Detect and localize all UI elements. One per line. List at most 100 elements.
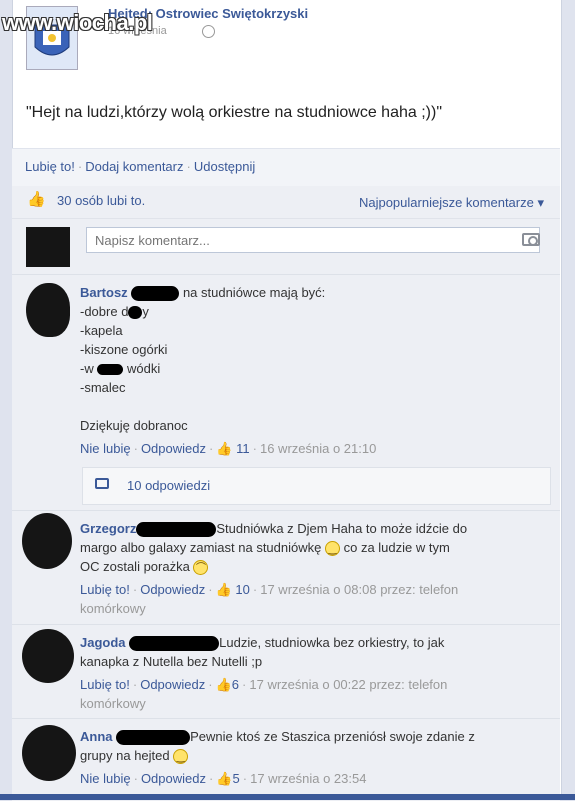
comment-like-count[interactable]: 6 [232,677,239,692]
reply-link[interactable]: Odpowiedz [140,582,205,597]
comment-line: -w [80,361,94,376]
comment-text: Pewnie ktoś ze Staszica przeniósł swoje … [190,729,475,744]
smile-emoticon-icon: ‿ [173,749,189,765]
comment-meta: Lubię to! · Odpowiedz · 👍6 · 17 września o 00:… [80,675,520,694]
dropdown-arrow-icon: ▾ [537,195,544,210]
frown-emoticon-icon: ⌒ [193,560,209,576]
watermark: www.wiocha.pl [2,10,153,35]
smile-emoticon-icon: ‿ [324,541,340,557]
comment-time[interactable]: 17 września o 00:22 przez: telefon [249,677,447,692]
comment-line: -kapela [80,323,123,338]
reply-link[interactable]: Odpowiedz [141,771,206,786]
comment-like-count[interactable]: 11 [236,441,250,456]
share-link[interactable]: Udostępnij [194,159,255,174]
redacted-name [116,730,191,746]
comment-jagoda: Jagoda Ludzie, studniowka bez orkiestry,… [12,624,560,719]
sort-label: Najpopularniejsze komentarze [358,195,534,210]
post-actions-bar: Lubię to! · Dodaj komentarz · Udostępnij [12,148,560,187]
like-link[interactable]: Lubię to! [80,582,130,597]
separator: · [242,771,248,786]
comment-body: Grzegorz Studniówka z Djem Haha to może i… [80,519,520,618]
comment-body: Anna Pewnie ktoś ze Staszica przeniósł s… [80,727,520,788]
like-link[interactable]: Lubię to! [80,677,130,692]
separator: · [77,159,83,174]
replies-count[interactable]: 10 odpowiedzi [127,478,210,493]
avatar [22,513,72,569]
like-link[interactable]: Lubię to! [25,159,75,174]
comment-bartosz: Bartosz na studniówce mają być: -dobre d… [12,274,560,511]
comment-author[interactable]: Bartosz [80,285,128,300]
comment-text: Ludzie, studniowka bez orkiestry, to jak [219,635,445,650]
comment-text: OC zostali porażka [80,559,190,574]
comment-time[interactable]: 16 września o 21:10 [260,441,376,456]
thumbs-up-icon[interactable]: 👍 [216,771,232,786]
comment-time[interactable]: 17 września o 08:08 przez: telefon [260,582,458,597]
thumbs-up-icon[interactable]: 👍 [216,441,232,456]
thumbs-up-icon[interactable]: 👍 [216,677,232,692]
redacted-name [129,636,220,652]
comment-line: Dziękuję dobranoc [80,418,188,433]
reply-link[interactable]: Odpowiedz [141,441,206,456]
separator: · [133,441,138,456]
camera-icon[interactable] [522,233,540,246]
avatar [22,629,74,683]
likes-count[interactable]: 30 osób lubi to. [57,193,145,208]
separator: · [132,677,138,692]
separator: · [208,771,214,786]
comment-grzegorz: Grzegorz Studniówka z Djem Haha to może i… [12,510,560,625]
bottom-border [0,794,575,800]
redaction [97,364,124,376]
comment-author[interactable]: Grzegorz [80,521,136,536]
comment-composer [12,218,560,275]
thumbs-up-icon: 👍 [27,191,46,208]
comment-text: co za ludzie w tym [343,540,450,555]
comment-meta: Nie lubię · Odpowiedz · 👍 11 · 16 września o 2… [80,439,520,458]
avatar [26,283,70,337]
replies-box[interactable]: 10 odpowiedzi [82,467,551,505]
unlike-link[interactable]: Nie lubię [80,441,131,456]
comment-like-count[interactable]: 5 [233,771,240,786]
comment-line: -dobre d [80,304,129,319]
comment-anna: Anna Pewnie ktoś ze Staszica przeniósł s… [12,718,560,801]
comment-time[interactable]: 17 września o 23:54 [250,771,366,786]
separator: · [208,582,213,597]
globe-icon [202,25,215,38]
separator: · [132,582,138,597]
comment-body: Bartosz na studniówce mają być: -dobre d… [80,283,520,458]
redacted-name [131,286,180,302]
comment-text: Studniówka z Djem Haha to może idźcie do [216,521,468,536]
comment-line: -smalec [80,380,126,395]
add-comment-link[interactable]: Dodaj komentarz [85,159,183,174]
comment-author[interactable]: Jagoda [80,635,126,650]
separator: · [186,159,191,174]
comment-body: Jagoda Ludzie, studniowka bez orkiestry,… [80,633,520,713]
separator: · [252,441,257,456]
comment-meta: Nie lubię · Odpowiedz · 👍5 · 17 września o 23:… [80,769,520,788]
redacted-name [136,522,217,538]
reply-bubble-icon [95,478,109,489]
comment-meta: Lubię to! · Odpowiedz · 👍 10 · 17 września o 0… [80,580,520,599]
comment-time: komórkowy [80,601,146,616]
status-text: "Hejt na ludzi,którzy wolą orkiestre na … [26,104,442,121]
reply-link[interactable]: Odpowiedz [140,677,205,692]
comment-text: kanapka z Nutella bez Nutelli ;p [80,654,263,669]
comment-author[interactable]: Anna [80,729,113,744]
thumbs-up-icon[interactable]: 👍 [216,582,232,597]
comment-text: grupy na hejted [80,748,170,763]
comment-line: y [142,304,149,319]
separator: · [208,441,214,456]
avatar [26,227,70,267]
comment-sort-dropdown[interactable]: Najpopularniejsze komentarze ▾ [359,195,544,211]
separator: · [242,677,247,692]
comment-line: wódki [126,361,161,376]
comment-text: margo albo galaxy zamiast na studniówkę [80,540,322,555]
comment-input[interactable] [86,227,540,253]
comment-like-count[interactable]: 10 [235,582,249,597]
post-actions: Lubię to! · Dodaj komentarz · Udostępnij [25,159,255,174]
separator: · [252,582,258,597]
comment-text: na studniówce mają być: [182,285,326,300]
comment-line: -kiszone ogórki [80,342,168,357]
separator: · [133,771,138,786]
unlike-link[interactable]: Nie lubię [80,771,131,786]
